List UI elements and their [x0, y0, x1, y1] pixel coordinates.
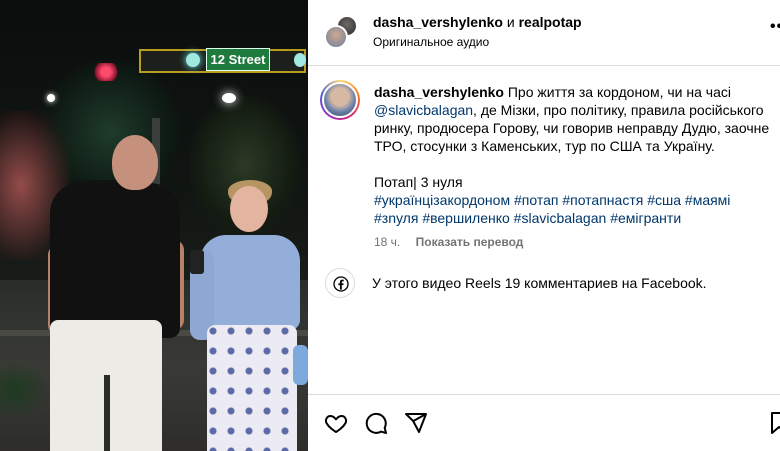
hashtag-link[interactable]: #потап	[514, 192, 558, 208]
post-authors: dasha_vershylenko и realpotap	[373, 14, 582, 30]
caption-username[interactable]: dasha_vershylenko	[374, 84, 504, 100]
phone	[190, 250, 204, 274]
more-dots-icon[interactable]: •••	[770, 18, 780, 36]
hashtag-list: #українцізакордоном #потап #потапнастя #…	[374, 191, 774, 227]
author-link[interactable]: dasha_vershylenko	[373, 14, 503, 30]
mention-link[interactable]: @slavicbalagan	[374, 102, 473, 118]
post-panel: dasha_vershylenko и realpotap Оригинальн…	[308, 0, 780, 451]
caption-avatar[interactable]	[320, 80, 360, 120]
caption-text: Про життя за кордоном, чи на часі	[503, 84, 731, 100]
translate-link[interactable]: Показать перевод	[416, 235, 524, 249]
audio-label[interactable]: Оригинальное аудио	[373, 35, 489, 49]
woman-top	[200, 235, 300, 330]
traffic-light	[186, 53, 200, 67]
reel-video[interactable]: 12 Street	[0, 0, 308, 451]
bush	[0, 360, 50, 420]
collab-avatars[interactable]	[324, 15, 358, 49]
avatar-image	[322, 82, 358, 118]
hashtag-link[interactable]: #потапнастя	[562, 192, 643, 208]
hashtag-link[interactable]: #вершиленко	[422, 210, 509, 226]
hashtag-link[interactable]: #українцізакордоном	[374, 192, 510, 208]
hashtag-link[interactable]: #сша	[647, 192, 681, 208]
post-header: dasha_vershylenko и realpotap Оригинальн…	[308, 0, 780, 66]
man-pants-gap	[104, 375, 110, 451]
handbag	[293, 345, 308, 385]
hashtag-link[interactable]: #маямі	[685, 192, 731, 208]
street-lamp	[222, 93, 236, 103]
bookmark-icon[interactable]	[770, 411, 780, 437]
man-head	[112, 135, 158, 190]
action-bar	[308, 394, 780, 451]
send-icon[interactable]	[404, 411, 430, 437]
coauthor-link[interactable]: realpotap	[519, 14, 582, 30]
hashtag-link[interactable]: #slavicbalagan	[514, 210, 607, 226]
facebook-comments-text: У этого видео Reels 19 комментариев на F…	[372, 275, 707, 291]
post-time[interactable]: 18 ч.	[374, 235, 400, 249]
street-lamp	[47, 94, 55, 102]
caption-line: Потап| 3 нуля	[374, 174, 463, 190]
heart-icon[interactable]	[324, 411, 350, 437]
woman-head	[230, 186, 268, 232]
street-sign: 12 Street	[206, 48, 270, 71]
hashtag-link[interactable]: #зnуля	[374, 210, 418, 226]
author-connector: и	[506, 14, 515, 30]
facebook-icon	[325, 268, 355, 298]
comment-icon[interactable]	[364, 411, 390, 437]
avatar[interactable]	[324, 25, 348, 49]
caption-meta: 18 ч. Показать перевод	[374, 235, 523, 249]
pedestrian-signal	[94, 63, 118, 81]
hashtag-link[interactable]: #емігранти	[610, 210, 681, 226]
facebook-comments-row[interactable]: У этого видео Reels 19 комментариев на F…	[325, 268, 765, 298]
man-shirt	[50, 183, 180, 338]
caption-body: dasha_vershylenko Про життя за кордоном,…	[374, 83, 774, 155]
post-caption: dasha_vershylenko Про життя за кордоном,…	[374, 83, 774, 227]
woman-pants	[207, 325, 297, 451]
traffic-light	[294, 53, 306, 67]
